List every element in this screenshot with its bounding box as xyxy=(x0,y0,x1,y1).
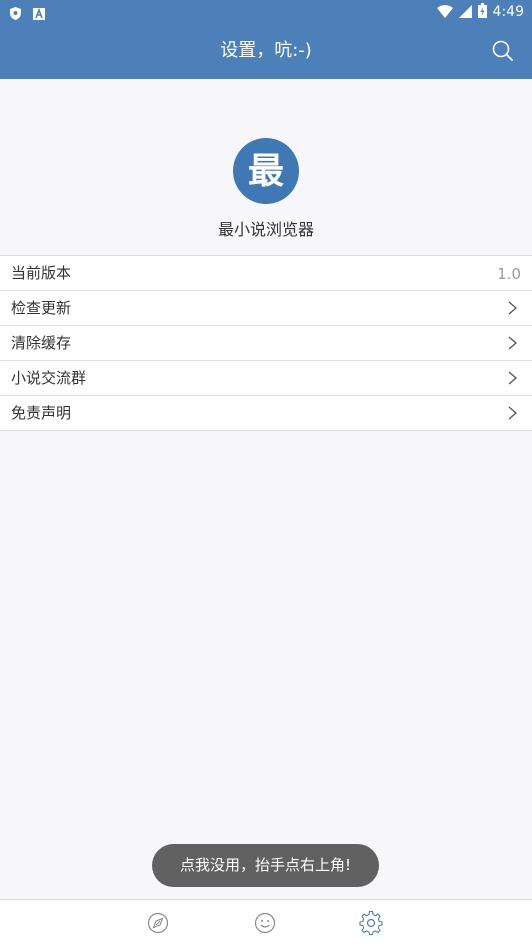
signal-icon xyxy=(458,3,472,22)
version-value: 1.0 xyxy=(497,265,521,283)
tab-discover[interactable] xyxy=(128,900,188,946)
menu-item-novel-group[interactable]: 小说交流群 xyxy=(0,361,532,396)
chevron-right-icon xyxy=(508,301,517,315)
menu-item-label: 小说交流群 xyxy=(11,369,87,387)
menu-item-label: 免责声明 xyxy=(11,404,72,422)
status-bar: 4:49 xyxy=(0,0,532,24)
wifi-icon xyxy=(436,3,453,22)
gear-icon xyxy=(359,911,383,935)
page-title: 设置，吭:-) xyxy=(220,40,312,61)
shield-icon xyxy=(10,5,21,24)
menu-item-current-version: 当前版本 1.0 xyxy=(0,256,532,291)
search-button[interactable] xyxy=(490,38,516,64)
menu-item-label: 检查更新 xyxy=(11,299,72,317)
settings-menu: 当前版本 1.0 检查更新 清除缓存 小说交流群 免责声明 xyxy=(0,255,532,431)
app-logo: 最 xyxy=(233,138,299,204)
tab-settings[interactable] xyxy=(341,900,401,946)
battery-icon xyxy=(477,2,487,22)
toast-message: 点我没用，抬手点右上角! xyxy=(152,844,379,887)
status-right-icons: 4:49 xyxy=(436,2,524,22)
tab-mine[interactable] xyxy=(235,900,295,946)
chevron-right-icon xyxy=(508,336,517,350)
menu-item-check-update[interactable]: 检查更新 xyxy=(0,291,532,326)
menu-item-label: 当前版本 xyxy=(11,264,72,282)
settings-content: 最 最小说浏览器 当前版本 1.0 检查更新 清除缓存 小说交流群 免责声明 xyxy=(0,79,532,899)
app-bar: 设置，吭:-) xyxy=(0,24,532,79)
a-box-icon xyxy=(33,5,45,24)
compass-icon xyxy=(147,912,169,934)
chevron-right-icon xyxy=(508,406,517,420)
menu-item-label: 清除缓存 xyxy=(11,334,72,352)
chevron-right-icon xyxy=(508,371,517,385)
menu-item-clear-cache[interactable]: 清除缓存 xyxy=(0,326,532,361)
smiley-icon xyxy=(254,912,276,934)
app-name: 最小说浏览器 xyxy=(217,220,314,239)
status-time: 4:49 xyxy=(492,4,524,20)
status-left-icons xyxy=(10,5,45,24)
app-logo-text: 最 xyxy=(247,150,284,192)
menu-item-disclaimer[interactable]: 免责声明 xyxy=(0,396,532,431)
bottom-nav xyxy=(0,899,532,947)
search-icon xyxy=(492,40,513,61)
